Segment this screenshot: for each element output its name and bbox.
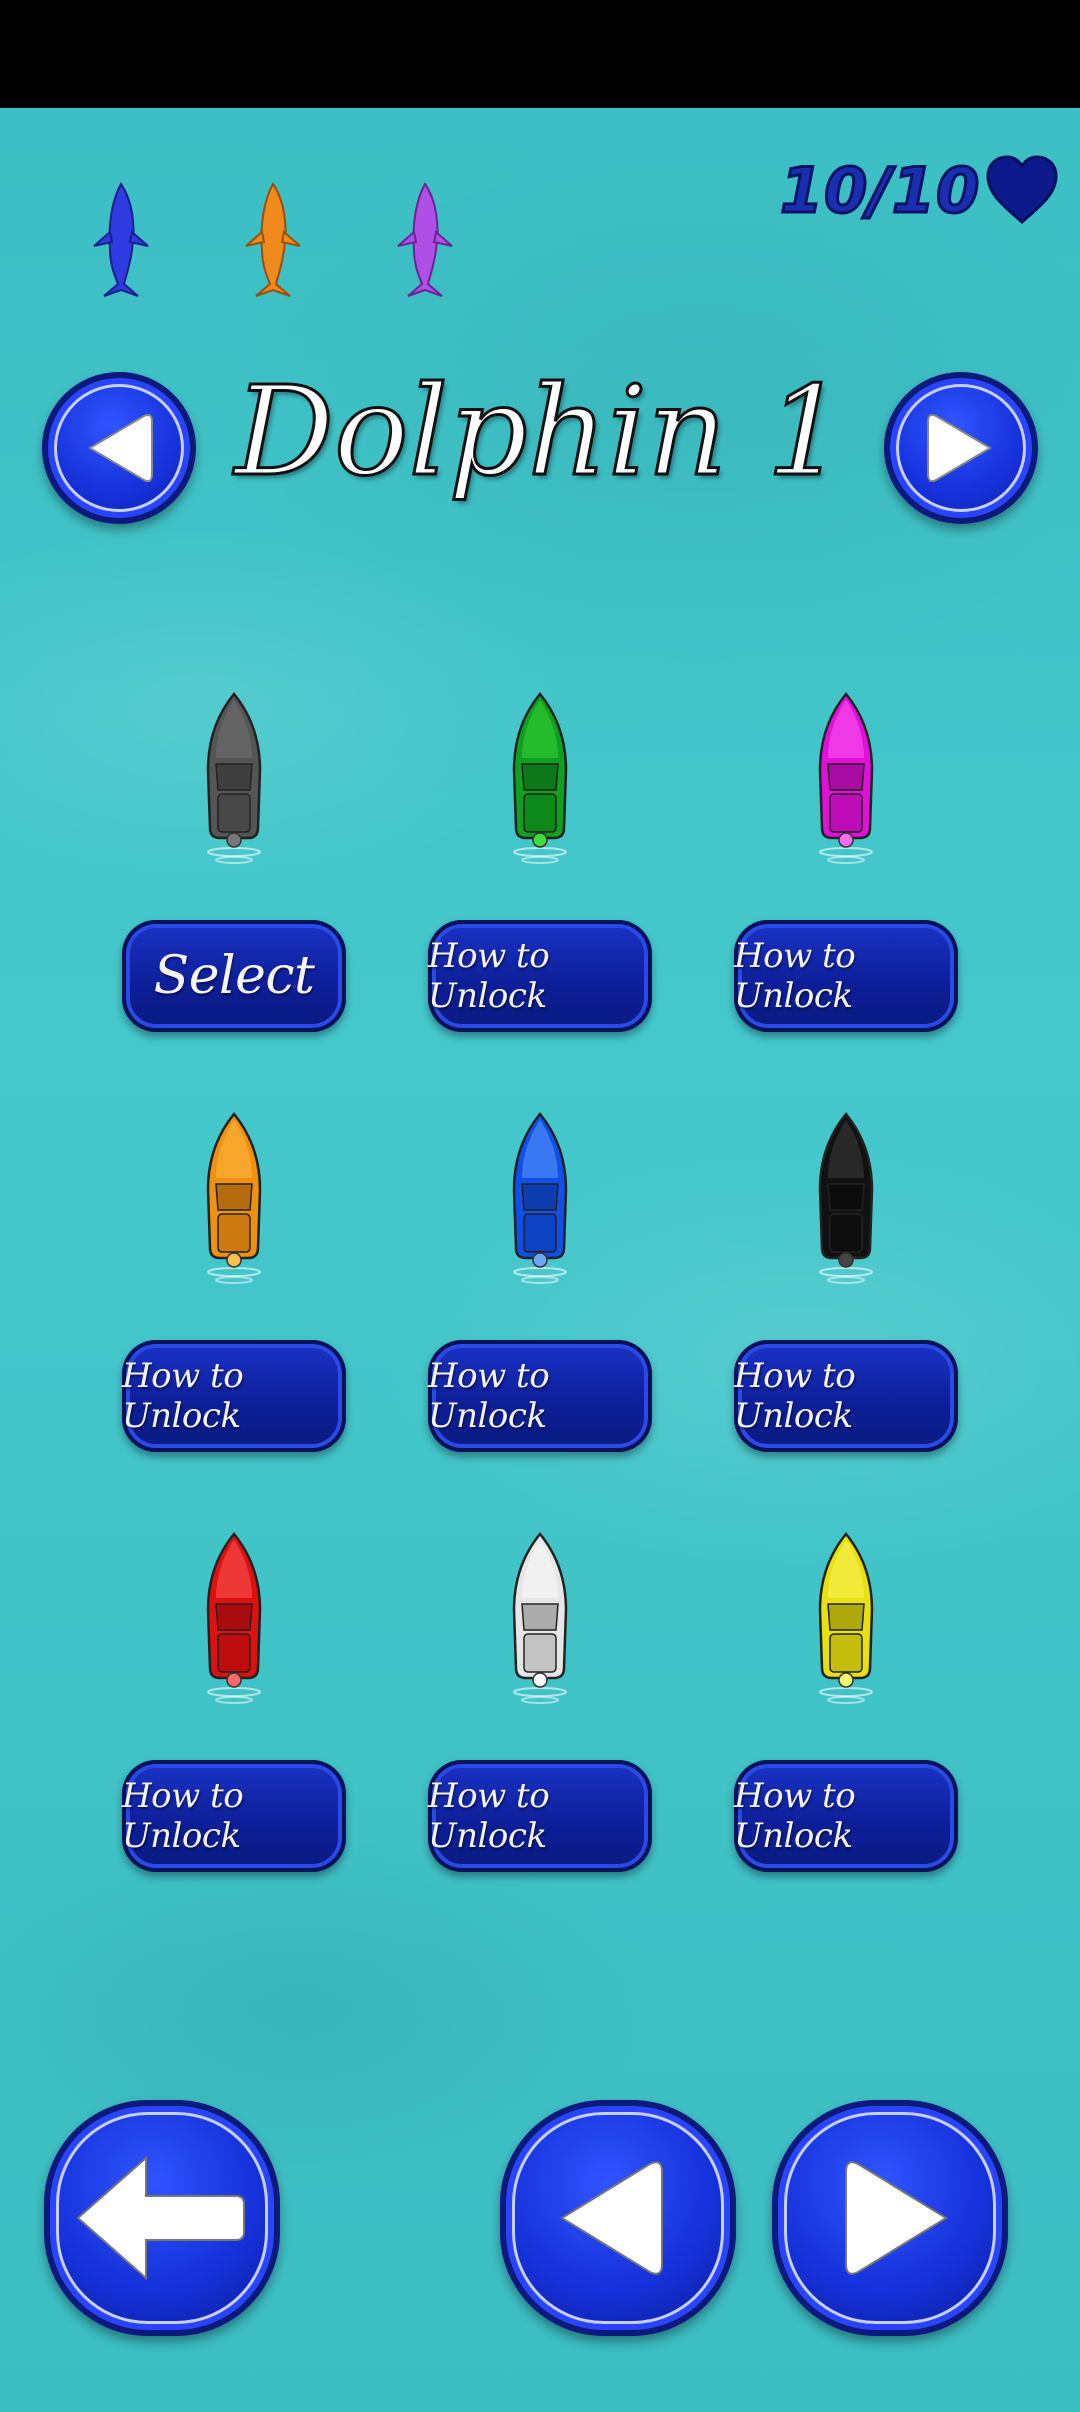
back-button[interactable] xyxy=(44,2100,280,2336)
triangle-right-icon xyxy=(927,413,992,483)
status-bar xyxy=(0,0,1080,108)
triangle-left-icon xyxy=(560,2161,663,2275)
boat-6-icon[interactable] xyxy=(194,1530,274,1710)
how-to-unlock-button[interactable]: How to Unlock xyxy=(122,1760,346,1872)
how-to-unlock-button[interactable]: How to Unlock xyxy=(734,1340,958,1452)
heart-icon xyxy=(986,155,1058,225)
boat-4-icon[interactable] xyxy=(500,1110,580,1290)
boat-1-icon[interactable] xyxy=(500,690,580,870)
how-to-unlock-button[interactable]: How to Unlock xyxy=(734,1760,958,1872)
prev-dolphin-button[interactable] xyxy=(42,372,196,524)
boat-2-icon[interactable] xyxy=(806,690,886,870)
how-to-unlock-button[interactable]: How to Unlock xyxy=(734,920,958,1032)
how-to-unlock-button[interactable]: How to Unlock xyxy=(428,920,652,1032)
page-title: Dolphin 1 xyxy=(233,359,847,506)
boat-5-icon[interactable] xyxy=(806,1110,886,1290)
select-button[interactable]: Select xyxy=(122,920,346,1032)
dolphin-blue-icon[interactable] xyxy=(86,180,156,300)
lives-text: 10/10 xyxy=(778,152,981,228)
dolphin-purple-icon[interactable] xyxy=(390,180,460,300)
how-to-unlock-button[interactable]: How to Unlock xyxy=(428,1760,652,1872)
boat-7-icon[interactable] xyxy=(500,1530,580,1710)
dolphin-orange-icon[interactable] xyxy=(238,180,308,300)
next-page-button[interactable] xyxy=(772,2100,1008,2336)
boat-0-icon[interactable] xyxy=(194,690,274,870)
arrow-left-icon xyxy=(76,2155,245,2281)
boat-8-icon[interactable] xyxy=(806,1530,886,1710)
how-to-unlock-button[interactable]: How to Unlock xyxy=(122,1340,346,1452)
lives-counter: 10/10 xyxy=(778,150,1060,230)
next-dolphin-button[interactable] xyxy=(884,372,1038,524)
triangle-left-icon xyxy=(88,413,153,483)
boat-3-icon[interactable] xyxy=(194,1110,274,1290)
triangle-right-icon xyxy=(845,2161,948,2275)
how-to-unlock-button[interactable]: How to Unlock xyxy=(428,1340,652,1452)
prev-page-button[interactable] xyxy=(500,2100,736,2336)
